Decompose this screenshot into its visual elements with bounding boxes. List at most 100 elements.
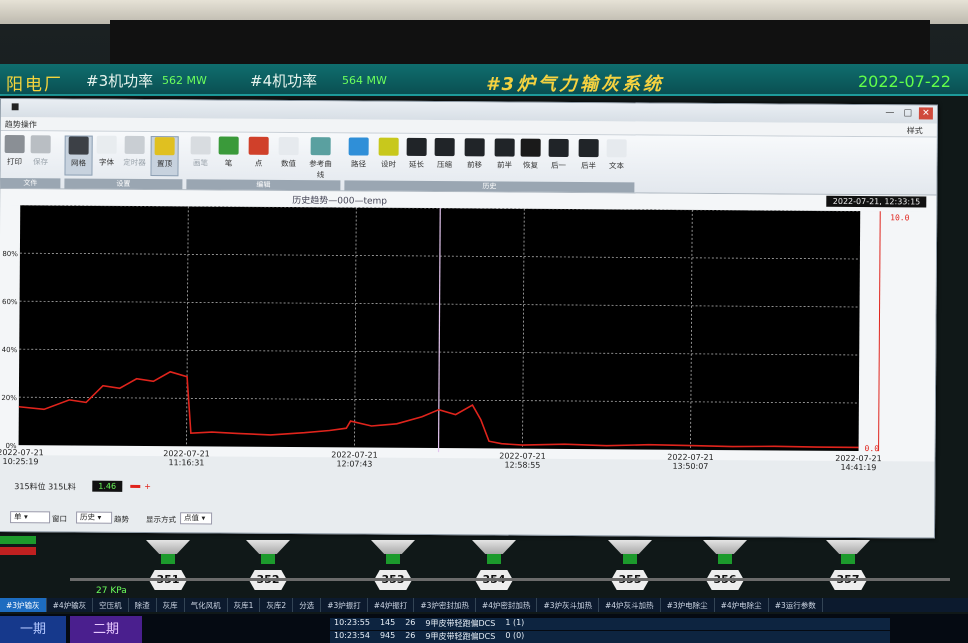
screen-tab[interactable]: #3运行参数 (769, 598, 823, 612)
legend-swatch (130, 484, 141, 488)
unit3-power-label: #3机功率 (86, 72, 154, 90)
dcs-header: 阳电厂 #3机功率 562 MW #4机功率 564 MW #3炉气力输灰系统 … (0, 64, 968, 96)
log-cell: 9甲皮带轻跑偏DCS (425, 632, 496, 641)
screen-tab[interactable]: 灰库2 (260, 598, 294, 612)
screen-tab[interactable]: 气化风机 (185, 598, 228, 612)
pen-button[interactable]: 画笔 (186, 136, 214, 176)
phase2-button[interactable]: 二期 (70, 616, 142, 643)
menu-trend-ops[interactable]: 趋势操作 (5, 119, 37, 130)
screen-tab[interactable]: #4炉密封加热 (476, 598, 538, 612)
screen-tab[interactable]: 空压机 (93, 598, 129, 612)
log-row[interactable]: 10:23:55 145 26 9甲皮带轻跑偏DCS 1 (1) (330, 618, 890, 630)
screen-tab[interactable]: 除渣 (129, 598, 157, 612)
hopper-354[interactable]: 354 (469, 540, 519, 590)
restore-button[interactable]: 恢复 (516, 138, 544, 179)
ref-curve-button[interactable]: 参考曲线 (306, 137, 334, 179)
hopper-funnel-icon (703, 540, 747, 554)
save-button[interactable]: 保存 (26, 135, 54, 175)
menu-style[interactable]: 样式 (907, 125, 923, 136)
hopper-356[interactable]: 356 (700, 540, 750, 590)
chart-area[interactable]: 2022-07-21 10:25:19 2022-07-21 11:16:31 2022… (0, 205, 937, 472)
screen-tab[interactable]: 灰库1 (228, 598, 261, 612)
pressure-readout: 27 KPa (96, 586, 127, 596)
screen: 阳电厂 #3机功率 562 MW #4机功率 564 MW #3炉气力输灰系统 … (0, 0, 968, 643)
screen-tab[interactable]: #4炉振打 (368, 598, 415, 612)
screen-tab[interactable]: #4炉灰斗加热 (599, 598, 661, 612)
ribbon-label: 打印 (7, 157, 23, 167)
history-select[interactable]: 历史 ▾ (76, 511, 113, 524)
font-button[interactable]: 字体 (92, 135, 120, 176)
y-right-bottom: 0.0 (865, 444, 880, 453)
close-icon[interactable]: ✕ (918, 107, 933, 120)
screen-tab[interactable]: #3炉灰斗加热 (537, 598, 599, 612)
prev-half-button[interactable]: 前半 (490, 138, 518, 178)
text-button[interactable]: 文本 (602, 139, 630, 179)
ribbon-group-label: 文件 (0, 178, 61, 189)
x-tick-date: 2022-07-21 (835, 454, 882, 463)
phase1-button[interactable]: 一期 (0, 616, 66, 643)
hopper-355[interactable]: 355 (605, 540, 655, 590)
ribbon-label: 笔 (224, 158, 233, 168)
point-button[interactable]: 点 (244, 136, 272, 177)
screen-tab[interactable]: #3炉振打 (321, 598, 368, 612)
screen-tab[interactable]: 分选 (293, 598, 322, 612)
value-icon (278, 136, 299, 156)
hopper-357[interactable]: 357 (823, 540, 873, 590)
window-title: ■ (10, 102, 20, 113)
next-half-button[interactable]: 后半 (574, 139, 602, 179)
log-cell: 26 (405, 618, 416, 627)
next-one-icon (548, 138, 569, 157)
print-button[interactable]: 打印 (0, 135, 28, 175)
legend-tag: 315料位 315L料 (14, 482, 76, 492)
display-mode-label: 显示方式 (146, 515, 177, 525)
value-button[interactable]: 数值 (274, 136, 302, 177)
font-icon (96, 135, 117, 154)
log-cell: 9甲皮带轻跑偏DCS (425, 619, 496, 628)
valve-icon (623, 554, 637, 564)
x-tick-date: 2022-07-21 (499, 451, 546, 460)
compress-button[interactable]: 压缩 (430, 138, 458, 178)
hopper-353[interactable]: 353 (368, 540, 418, 590)
ribbon-label: 恢复 (523, 160, 539, 170)
screen-tab[interactable]: #3炉电除尘 (661, 598, 715, 612)
point-icon (248, 136, 269, 155)
monitor-dark-strip (110, 20, 930, 64)
y-tick-label: 40% (2, 346, 18, 354)
maximize-icon[interactable]: □ (901, 107, 915, 119)
window-mode-select[interactable]: 单 ▾ (10, 511, 51, 524)
log-cell: 945 (379, 631, 396, 640)
y-tick-label: 0% (5, 442, 17, 450)
screen-tab[interactable]: #4炉输灰 (47, 598, 94, 612)
screen-tab[interactable]: 灰库 (157, 598, 185, 612)
topmost-button[interactable]: 置顶 (150, 136, 179, 177)
x-tick-date: 2022-07-21 (331, 450, 378, 459)
hopper-351[interactable]: 351 (143, 540, 193, 590)
save-icon (30, 135, 51, 154)
display-mode-select[interactable]: 点值 ▾ (180, 512, 213, 525)
x-tick-date: 2022-07-21 (163, 449, 210, 458)
trend-chart[interactable]: 2022-07-2110:25:192022-07-2111:16:312022… (0, 205, 938, 474)
path-button[interactable]: 路径 (344, 137, 372, 177)
ribbon-group-label: 历史 (344, 180, 635, 193)
pen2-button[interactable]: 笔 (214, 136, 242, 177)
set-time-icon (378, 137, 399, 156)
move-first-button[interactable]: 前移 (460, 138, 488, 178)
log-row[interactable]: 10:23:54 945 26 9甲皮带轻跑偏DCS 0 (0) (330, 631, 890, 643)
y-right-top: 10.0 (890, 213, 910, 222)
screen-tab[interactable]: #3炉密封加热 (414, 598, 476, 612)
minimize-icon[interactable]: — (883, 107, 897, 119)
screen-tab[interactable]: #3炉输灰 (0, 598, 47, 612)
grid-button[interactable]: 网格 (64, 135, 93, 176)
hopper-funnel-icon (826, 540, 870, 554)
screen-tab[interactable]: #4炉电除尘 (715, 598, 769, 612)
hopper-352[interactable]: 352 (243, 540, 293, 590)
set-time-button[interactable]: 设时 (374, 137, 402, 178)
window-label: 窗口 (52, 514, 68, 524)
prev-half-icon (494, 138, 515, 157)
extend-button[interactable]: 延长 (402, 137, 430, 178)
unit3-power-value: 562 MW (162, 74, 207, 87)
ref-curve-icon (310, 137, 331, 156)
timer-button[interactable]: 定时器 (120, 135, 148, 176)
restore-icon (520, 138, 541, 157)
next-one-button[interactable]: 后一 (544, 138, 572, 179)
